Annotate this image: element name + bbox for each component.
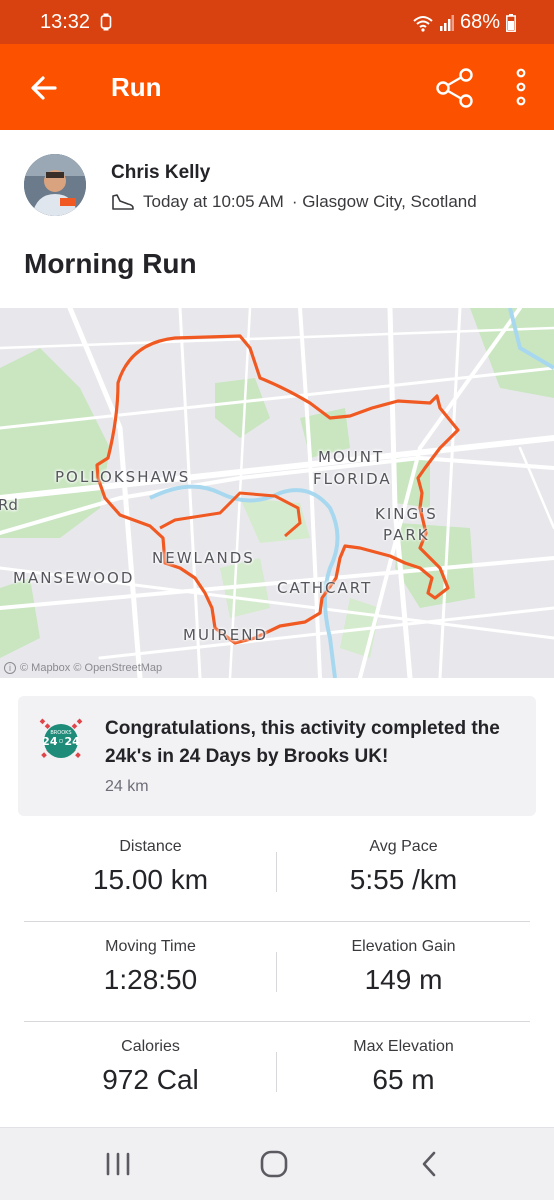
- map-label-pollokshaws: POLLOKSHAWS: [55, 468, 191, 486]
- activity-meta: Today at 10:05 AM · Glasgow City, Scotla…: [111, 192, 477, 212]
- challenge-card[interactable]: BROOKS 24◦24 Congratulations, this activ…: [18, 696, 536, 816]
- map-label-park: PARK: [383, 526, 430, 544]
- map-canvas: [0, 308, 554, 678]
- share-icon[interactable]: [434, 66, 476, 110]
- map-label-muirend: MUIREND: [183, 626, 269, 644]
- map-label-mount: MOUNT: [318, 448, 385, 466]
- stat-value: 5:55 /km: [349, 864, 458, 895]
- activity-header: Chris Kelly Today at 10:05 AM · Glasgow …: [0, 130, 554, 308]
- stat-avg-pace: Avg Pace 5:55 /km: [277, 838, 530, 896]
- route-map[interactable]: POLLOKSHAWS MOUNT FLORIDA KING'S PARK NE…: [0, 308, 554, 678]
- info-icon[interactable]: i: [4, 662, 16, 674]
- stat-label: Elevation Gain: [351, 938, 456, 955]
- stat-distance: Distance 15.00 km: [24, 838, 277, 896]
- map-label-kings: KING'S: [375, 505, 438, 523]
- stat-max-elevation: Max Elevation 65 m: [277, 1038, 530, 1096]
- stat-value: 65 m: [372, 1064, 435, 1095]
- stat-label: Moving Time: [105, 938, 196, 955]
- stat-value: 149 m: [364, 964, 443, 995]
- athlete-name[interactable]: Chris Kelly: [111, 162, 210, 184]
- back-icon[interactable]: [410, 1146, 450, 1182]
- stat-label: Distance: [119, 838, 182, 855]
- status-bar: 13:32 68%: [0, 0, 554, 44]
- stat-value: 972 Cal: [102, 1064, 199, 1095]
- arrow-left-icon[interactable]: [24, 68, 64, 108]
- badge-text: 24◦24: [42, 735, 80, 748]
- map-label-mansewood: MANSEWOOD: [13, 569, 135, 587]
- watch-icon: [100, 13, 112, 31]
- shoe-icon: [112, 194, 134, 210]
- challenge-message: Congratulations, this activity completed…: [105, 718, 500, 767]
- stat-row: Distance 15.00 km Avg Pace 5:55 /km: [24, 822, 530, 922]
- status-time: 13:32: [40, 11, 91, 33]
- map-label-florida: FLORIDA: [313, 470, 392, 488]
- stat-calories: Calories 972 Cal: [24, 1038, 277, 1096]
- status-indicators: 68%: [412, 11, 516, 34]
- wifi-icon: [413, 15, 433, 32]
- map-label-newlands: NEWLANDS: [152, 549, 255, 567]
- stats-grid: Distance 15.00 km Avg Pace 5:55 /km Movi…: [24, 822, 530, 1122]
- challenge-distance: 24 km: [105, 778, 149, 795]
- map-label-cathcart: CATHCART: [277, 579, 373, 597]
- more-vertical-icon[interactable]: [508, 66, 534, 110]
- page-title: Run: [111, 72, 162, 102]
- map-label-road: Rd: [0, 496, 18, 514]
- map-attribution-text: © Mapbox © OpenStreetMap: [20, 662, 163, 674]
- stat-value: 1:28:50: [103, 964, 198, 995]
- activity-title: Morning Run: [24, 248, 197, 279]
- activity-time: Today at 10:05 AM: [143, 192, 284, 211]
- battery-icon: [506, 13, 516, 32]
- home-icon[interactable]: [254, 1146, 294, 1182]
- map-attribution[interactable]: i © Mapbox © OpenStreetMap: [4, 662, 162, 674]
- avatar[interactable]: [24, 154, 86, 216]
- stat-row: Moving Time 1:28:50 Elevation Gain 149 m: [24, 922, 530, 1022]
- stat-label: Avg Pace: [369, 838, 438, 855]
- app-bar: Run: [0, 44, 554, 130]
- stat-label: Calories: [121, 1038, 180, 1055]
- stat-moving-time: Moving Time 1:28:50: [24, 938, 277, 996]
- system-nav-bar: [0, 1127, 554, 1200]
- recent-apps-icon[interactable]: [98, 1146, 138, 1182]
- battery-percent: 68%: [459, 11, 500, 33]
- stat-value: 15.00 km: [92, 864, 209, 895]
- challenge-badge-icon: BROOKS 24◦24: [39, 718, 83, 760]
- stat-elevation-gain: Elevation Gain 149 m: [277, 938, 530, 996]
- stat-row: Calories 972 Cal Max Elevation 65 m: [24, 1022, 530, 1122]
- signal-icon: [439, 14, 454, 31]
- stat-label: Max Elevation: [353, 1038, 454, 1055]
- activity-location: · Glasgow City, Scotland: [291, 192, 477, 211]
